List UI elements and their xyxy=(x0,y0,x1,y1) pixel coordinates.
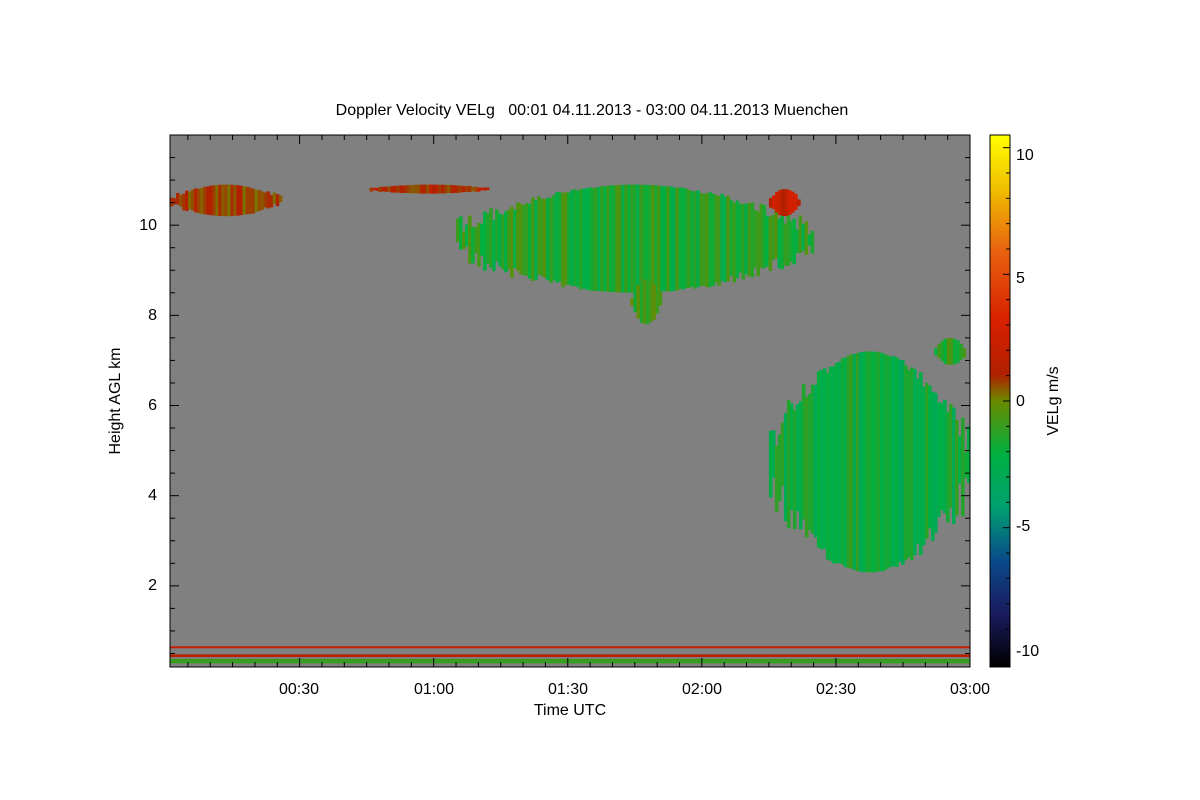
echo-column xyxy=(797,199,801,206)
chart-title: Doppler Velocity VELg 00:01 04.11.2013 -… xyxy=(336,102,849,119)
echo-column xyxy=(485,187,490,191)
echo-column xyxy=(962,348,967,358)
x-tick-label: 00:30 xyxy=(279,681,319,698)
echo-column xyxy=(266,191,271,209)
clutter-band xyxy=(170,658,970,664)
clutter-band xyxy=(170,654,970,658)
y-tick-label: 6 xyxy=(148,397,157,414)
clutter-band xyxy=(170,646,970,649)
x-axis-tick-labels: 00:30 01:00 01:30 02:00 02:30 03:00 xyxy=(279,681,990,698)
echo-column xyxy=(956,340,960,363)
y-axis-tick-labels: 2 4 6 8 10 xyxy=(139,217,157,594)
colorbar-tick-label: 0 xyxy=(1016,393,1025,410)
echo-column xyxy=(642,279,647,325)
echo-column xyxy=(943,338,948,364)
y-tick-label: 2 xyxy=(148,577,157,594)
echo-column xyxy=(882,354,887,571)
echo-column xyxy=(934,348,938,356)
echo-column xyxy=(278,195,283,203)
echo-column xyxy=(531,197,535,281)
y-tick-label: 8 xyxy=(148,307,157,324)
echo-column xyxy=(206,186,210,215)
x-tick-label: 01:00 xyxy=(414,681,454,698)
echo-column xyxy=(221,184,225,217)
echo-column xyxy=(251,188,256,214)
echo-column xyxy=(795,229,800,253)
echo-column xyxy=(652,284,656,320)
x-tick-label: 02:30 xyxy=(816,681,856,698)
echo-column xyxy=(191,189,195,211)
x-tick-label: 01:30 xyxy=(548,681,588,698)
echo-column xyxy=(176,192,180,205)
echo-column xyxy=(729,199,733,276)
colorbar-tick-label: 10 xyxy=(1016,147,1034,164)
echo-column xyxy=(597,186,601,291)
colorbar-tick-label: -10 xyxy=(1016,643,1039,660)
x-tick-label: 03:00 xyxy=(950,681,990,698)
echo-column xyxy=(236,185,240,216)
echo-column xyxy=(630,298,634,306)
colorbar-tick-label: 5 xyxy=(1016,270,1025,287)
y-tick-label: 4 xyxy=(148,487,157,504)
chart-svg: Doppler Velocity VELg 00:01 04.11.2013 -… xyxy=(107,102,1062,719)
y-tick-label: 10 xyxy=(139,217,157,234)
colorbar-tick-labels: 10 5 0 -5 -10 xyxy=(1016,147,1039,660)
x-axis-label: Time UTC xyxy=(534,702,606,719)
echo-column xyxy=(775,191,779,213)
echo-column xyxy=(663,186,667,292)
chart-figure: Doppler Velocity VELg 00:01 04.11.2013 -… xyxy=(0,0,1200,800)
y-axis-label: Height AGL km xyxy=(107,347,124,454)
x-tick-label: 02:00 xyxy=(682,681,722,698)
echo-column xyxy=(465,224,469,247)
colorbar-tick-label: -5 xyxy=(1016,518,1030,535)
echo-column xyxy=(784,189,789,216)
echo-column xyxy=(658,291,663,306)
colorbar-label: VELg m/s xyxy=(1045,366,1062,435)
echo-column xyxy=(810,230,815,254)
